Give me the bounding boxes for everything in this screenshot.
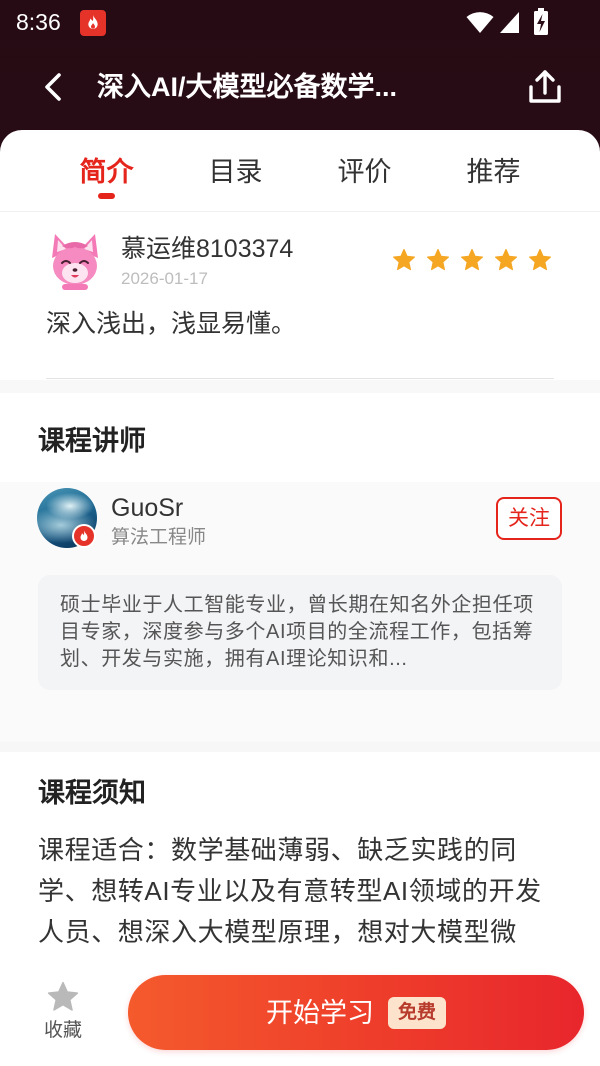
favorite-label: 收藏 xyxy=(43,1020,82,1041)
tab-bar: 简介 目录 评价 推荐 xyxy=(42,130,558,212)
reviewer-name: 慕运维8103374 xyxy=(121,235,294,263)
instructor-role: 算法工程师 xyxy=(111,527,207,548)
review-date: 2026-01-17 xyxy=(121,269,208,288)
back-button[interactable] xyxy=(38,70,68,104)
star-icon xyxy=(495,248,517,271)
status-time: 8:36 xyxy=(16,9,61,35)
star-icon xyxy=(529,248,551,271)
star-icon xyxy=(427,248,449,271)
reviewer-avatar[interactable] xyxy=(48,232,102,290)
rating-stars xyxy=(392,248,552,272)
tab-label: 目录 xyxy=(208,157,263,187)
instructor-section-heading: 课程讲师 xyxy=(38,426,146,456)
share-icon[interactable] xyxy=(526,68,564,106)
course-title: 深入AI/大模型必备数学... xyxy=(97,72,398,102)
start-learning-button[interactable]: 开始学习 免费 xyxy=(128,975,584,1050)
free-badge: 免费 xyxy=(387,996,446,1029)
status-bar: 8:36 xyxy=(0,0,600,46)
divider xyxy=(46,378,554,379)
flame-icon xyxy=(80,530,88,541)
section-separator xyxy=(0,380,600,393)
start-learning-label: 开始学习 xyxy=(265,997,374,1028)
favorite-button[interactable]: 收藏 xyxy=(23,980,103,1043)
tab-reviews[interactable]: 评价 xyxy=(300,130,429,212)
active-tab-indicator xyxy=(98,193,115,199)
content-sheet: 简介 目录 评价 推荐 慕运维8103374 2026-01-17 深入浅出，浅… xyxy=(0,130,600,1066)
star-icon xyxy=(461,248,483,271)
battery-charging-icon xyxy=(534,8,548,35)
instructor-name[interactable]: GuoSr xyxy=(111,493,183,523)
follow-button[interactable]: 关注 xyxy=(496,497,562,540)
tab-label: 简介 xyxy=(79,157,134,187)
review-text: 深入浅出，浅显易懂。 xyxy=(46,310,297,338)
tab-label: 推荐 xyxy=(466,157,521,187)
bottom-action-bar: 收藏 开始学习 免费 xyxy=(0,952,600,1066)
notice-text: 课程适合：数学基础薄弱、缺乏实践的同学、想转AI专业以及有意转型AI领域的开发人… xyxy=(38,835,542,947)
star-icon xyxy=(393,248,415,271)
instructor-bio[interactable]: 硕士毕业于人工智能专业，曾长期在知名外企担任项目专家，深度参与多个AI项目的全流… xyxy=(38,575,562,690)
section-separator xyxy=(0,742,600,752)
notice-section-heading: 课程须知 xyxy=(38,778,146,808)
top-nav-bar: 深入AI/大模型必备数学... xyxy=(0,46,600,130)
tab-label: 评价 xyxy=(337,157,392,187)
wifi-icon xyxy=(466,12,494,33)
instructor-card: GuoSr 算法工程师 关注 硕士毕业于人工智能专业，曾长期在知名外企担任项目专… xyxy=(0,482,600,742)
app-notification-icon xyxy=(80,10,106,36)
divider xyxy=(0,211,600,212)
tab-recommend[interactable]: 推荐 xyxy=(429,130,558,212)
back-arrow-icon xyxy=(45,73,61,101)
tab-intro[interactable]: 简介 xyxy=(42,130,171,212)
verified-badge xyxy=(72,524,96,548)
favorite-star-icon xyxy=(47,981,79,1011)
flame-icon xyxy=(88,15,98,29)
tab-catalog[interactable]: 目录 xyxy=(171,130,300,212)
signal-icon xyxy=(500,12,519,33)
